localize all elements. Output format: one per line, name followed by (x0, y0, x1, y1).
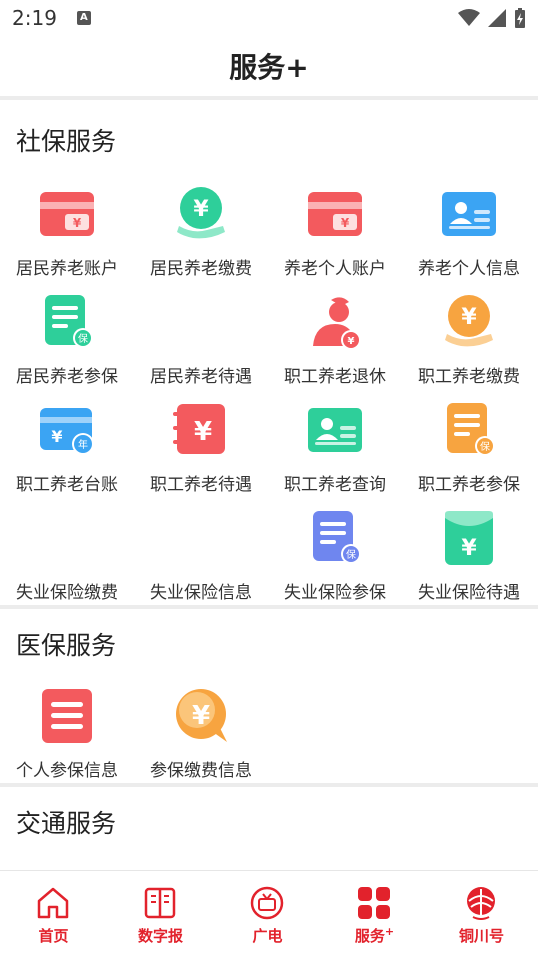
svg-text:¥: ¥ (461, 536, 477, 561)
service-item-unemployment-enroll[interactable]: 保 失业保险参保 (268, 510, 402, 618)
nav-broadcast[interactable]: 广电 (214, 871, 321, 958)
status-time: 2:19 (12, 6, 57, 30)
svg-text:保: 保 (78, 332, 88, 345)
status-icons (458, 8, 526, 28)
nav-label: 广电 (252, 927, 283, 945)
service-item-label: 养老个人信息 (418, 259, 520, 279)
service-item-unemployment-info[interactable]: 失业保险信息 (134, 510, 268, 618)
insurance-doc-icon: 保 (447, 403, 495, 456)
insurance-doc-icon: 保 (45, 295, 93, 348)
nav-digital-paper[interactable]: 数字报 (107, 871, 214, 958)
service-item-personal-insurance-info[interactable]: 个人参保信息 (0, 688, 134, 796)
svg-text:¥: ¥ (73, 216, 82, 230)
list-icon (42, 689, 92, 743)
service-item-label: 职工养老退休 (284, 367, 386, 387)
service-item-label: 失业保险信息 (150, 583, 252, 603)
service-item-insurance-payment-info[interactable]: ¥ 参保缴费信息 (134, 688, 268, 796)
svg-text:¥: ¥ (348, 336, 355, 347)
section-title-traffic: 交通服务 (16, 809, 117, 838)
notification-icon (76, 11, 91, 25)
wifi-icon (458, 9, 480, 26)
nav-services[interactable]: 服务+ (321, 871, 428, 958)
tv-icon (250, 886, 284, 920)
newspaper-icon (144, 887, 176, 919)
status-bar: 2:19 (0, 0, 538, 36)
svg-text:年: 年 (78, 438, 88, 451)
service-item-employee-pension-query[interactable]: 职工养老查询 (268, 402, 402, 510)
service-item-employee-pension-enroll[interactable]: 保 职工养老参保 (402, 402, 536, 510)
card-icon: ¥ (40, 192, 94, 236)
service-item-label: 职工养老缴费 (418, 367, 520, 387)
yuan-notebook-icon: ¥ (173, 404, 225, 454)
nav-tongchuan[interactable]: 铜川号 (428, 871, 535, 958)
svg-text:保: 保 (480, 440, 490, 453)
section-title-medical: 医保服务 (16, 631, 117, 660)
yuan-bubble-icon: ¥ (176, 689, 227, 742)
signal-icon (488, 9, 506, 27)
title-bar: 服务+ (0, 36, 538, 100)
hand-coin-icon: ¥ (445, 295, 493, 347)
service-item-label: 居民养老待遇 (150, 367, 252, 387)
nav-label-plus: + (384, 925, 395, 938)
service-item-label: 失业保险参保 (284, 583, 386, 603)
service-item-label: 职工养老查询 (284, 475, 386, 495)
svg-text:保: 保 (346, 548, 356, 561)
id-card-icon (308, 408, 362, 452)
id-card-icon (442, 192, 496, 236)
service-item-employee-pension-benefit[interactable]: ¥ 职工养老待遇 (134, 402, 268, 510)
service-item-pension-personal-info[interactable]: 养老个人信息 (402, 186, 536, 294)
service-item-label: 失业保险缴费 (16, 583, 118, 603)
service-item-employee-pension-ledger[interactable]: ¥ 年 职工养老台账 (0, 402, 134, 510)
service-item-unemployment-benefit[interactable]: ¥ 失业保险待遇 (402, 510, 536, 618)
section-divider (0, 783, 538, 787)
insurance-doc-icon: 保 (313, 511, 361, 564)
service-item-label: 职工养老台账 (16, 475, 118, 495)
svg-text:¥: ¥ (193, 197, 209, 222)
year-card-icon: ¥ 年 (40, 408, 94, 455)
service-item-label: 居民养老参保 (16, 367, 118, 387)
service-item-label: 养老个人账户 (284, 259, 386, 279)
svg-text:¥: ¥ (194, 417, 212, 447)
service-item-employee-pension-retire[interactable]: ¥ 职工养老退休 (268, 294, 402, 402)
service-item-label: 职工养老参保 (418, 475, 520, 495)
service-item-label: 参保缴费信息 (150, 761, 252, 781)
service-item-resident-pension-payment[interactable]: ¥ 居民养老缴费 (134, 186, 268, 294)
svg-text:¥: ¥ (341, 216, 350, 230)
service-item-resident-pension-account[interactable]: ¥ 居民养老账户 (0, 186, 134, 294)
hand-coin-icon: ¥ (177, 187, 225, 239)
svg-text:¥: ¥ (192, 701, 210, 731)
service-item-label: 个人参保信息 (16, 761, 118, 781)
service-item-label: 居民养老缴费 (150, 259, 252, 279)
services-grid-icon (358, 887, 390, 919)
service-item-unemployment-payment[interactable]: 失业保险缴费 (0, 510, 134, 618)
nav-home[interactable]: 首页 (0, 871, 107, 958)
service-item-resident-pension-benefit[interactable]: 居民养老待遇 (134, 294, 268, 402)
service-item-resident-pension-enroll[interactable]: 保 居民养老参保 (0, 294, 134, 402)
nav-label: 服务+ (321, 925, 428, 946)
service-item-employee-pension-payment[interactable]: ¥ 职工养老缴费 (402, 294, 536, 402)
service-item-label: 职工养老待遇 (150, 475, 252, 495)
svg-text:¥: ¥ (461, 305, 477, 330)
section-divider (0, 605, 538, 609)
card-icon: ¥ (308, 192, 362, 236)
retiree-icon: ¥ (313, 297, 361, 350)
battery-icon (515, 8, 525, 28)
service-item-label: 居民养老账户 (16, 259, 118, 279)
home-icon (37, 887, 69, 919)
bottom-nav: 首页 数字报 广电 服务+ 铜川号 (0, 870, 538, 958)
nav-label: 铜川号 (458, 927, 504, 945)
service-item-label: 失业保险待遇 (418, 583, 520, 603)
tongchuan-logo-icon (467, 887, 495, 920)
svg-text:¥: ¥ (51, 427, 62, 446)
service-item-pension-personal-account[interactable]: ¥ 养老个人账户 (268, 186, 402, 294)
page-title: 服务+ (229, 51, 309, 84)
nav-label: 数字报 (137, 927, 183, 945)
envelope-yuan-icon: ¥ (445, 511, 493, 565)
nav-label-text: 服务 (354, 927, 385, 945)
section-title-social: 社保服务 (16, 127, 117, 156)
nav-label: 首页 (38, 927, 69, 945)
